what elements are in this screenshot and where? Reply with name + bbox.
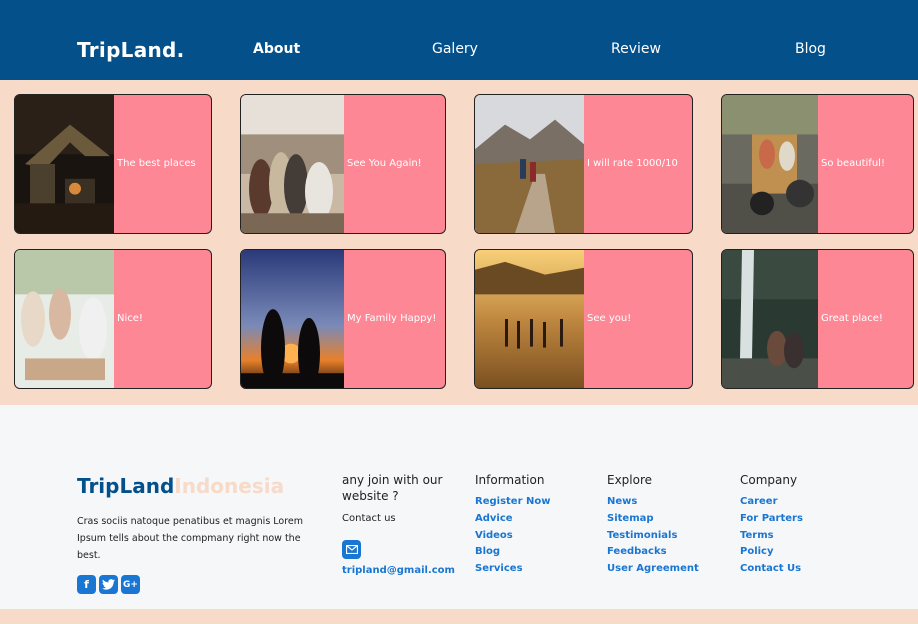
friends-sitting-photo: [241, 95, 344, 233]
card-caption: I will rate 1000/10: [587, 158, 678, 169]
nav-link-blog[interactable]: Blog: [795, 39, 826, 59]
footer-column-information: Information Register Now Advice Videos B…: [475, 472, 550, 578]
footer-link-videos[interactable]: Videos: [475, 528, 550, 545]
footer-brand: TripLandIndonesia: [77, 471, 287, 501]
card-caption: The best places: [117, 158, 196, 169]
hikers-trail-photo: [475, 95, 584, 233]
footer-link-terms[interactable]: Terms: [740, 528, 803, 545]
footer-link-services[interactable]: Services: [475, 561, 550, 578]
gallery-card[interactable]: See You Again!: [240, 94, 446, 234]
column-title: Company: [740, 473, 798, 487]
footer-bottom-strip: [0, 609, 918, 624]
gallery-card[interactable]: The best places: [14, 94, 212, 234]
footer-description: Cras sociis natoque penatibus et magnis …: [77, 516, 304, 561]
footer-brand-accent: Indonesia: [174, 474, 285, 498]
column-title: Information: [475, 473, 545, 487]
footer-link-user-agreement[interactable]: User Agreement: [607, 561, 699, 578]
social-links: f G+: [77, 575, 140, 594]
friends-toast-photo: [15, 250, 114, 388]
footer-link-sitemap[interactable]: Sitemap: [607, 511, 699, 528]
nav-link-about[interactable]: About: [253, 39, 300, 59]
gallery-card[interactable]: So beautiful!: [721, 94, 914, 234]
gallery-section: The best places See You Again! I will ra…: [0, 80, 918, 405]
footer-link-blog[interactable]: Blog: [475, 544, 550, 561]
twitter-icon[interactable]: [99, 575, 118, 594]
gallery-card[interactable]: See you!: [474, 249, 693, 389]
campsite-night-photo: [15, 95, 114, 233]
gallery-card[interactable]: Great place!: [721, 249, 914, 389]
footer-link-register-now[interactable]: Register Now: [475, 494, 550, 511]
nav-link-galery[interactable]: Galery: [432, 39, 478, 59]
beach-walkers-photo: [475, 250, 584, 388]
footer-link-feedbacks[interactable]: Feedbacks: [607, 544, 699, 561]
contact-label: Contact us: [342, 513, 396, 524]
footer-link-career[interactable]: Career: [740, 494, 803, 511]
footer-link-testimonials[interactable]: Testimonials: [607, 528, 699, 545]
card-caption: Nice!: [117, 313, 143, 324]
card-caption: So beautiful!: [821, 158, 885, 169]
top-navbar: TripLand. About Galery Review Blog: [0, 0, 918, 80]
brand-logo[interactable]: TripLand.: [77, 36, 185, 64]
gallery-card[interactable]: My Family Happy!: [240, 249, 446, 389]
gallery-card[interactable]: Nice!: [14, 249, 212, 389]
footer-brand-main: TripLand: [77, 474, 175, 498]
footer-column-explore: Explore News Sitemap Testimonials Feedba…: [607, 472, 699, 578]
gallery-card[interactable]: I will rate 1000/10: [474, 94, 693, 234]
footer-link-advice[interactable]: Advice: [475, 511, 550, 528]
waterfall-photo: [722, 250, 818, 388]
column-title: Explore: [607, 473, 653, 487]
join-title: any join with our website ?: [342, 473, 443, 503]
nav-link-review[interactable]: Review: [611, 39, 661, 59]
envelope-icon[interactable]: [342, 540, 361, 559]
footer-link-policy[interactable]: Policy: [740, 544, 803, 561]
google-plus-icon[interactable]: G+: [121, 575, 140, 594]
footer-link-contact-us[interactable]: Contact Us: [740, 561, 803, 578]
facebook-icon[interactable]: f: [77, 575, 96, 594]
card-caption: See you!: [587, 313, 632, 324]
email-link[interactable]: tripland@gmail.com: [342, 564, 455, 578]
card-caption: My Family Happy!: [347, 313, 437, 324]
footer-column-company: Company Career For Parters Terms Policy …: [740, 472, 803, 578]
footer-link-for-parters[interactable]: For Parters: [740, 511, 803, 528]
card-caption: Great place!: [821, 313, 883, 324]
sunset-silhouette-photo: [241, 250, 344, 388]
footer-link-news[interactable]: News: [607, 494, 699, 511]
card-caption: See You Again!: [347, 158, 422, 169]
street-tuktuk-photo: [722, 95, 818, 233]
